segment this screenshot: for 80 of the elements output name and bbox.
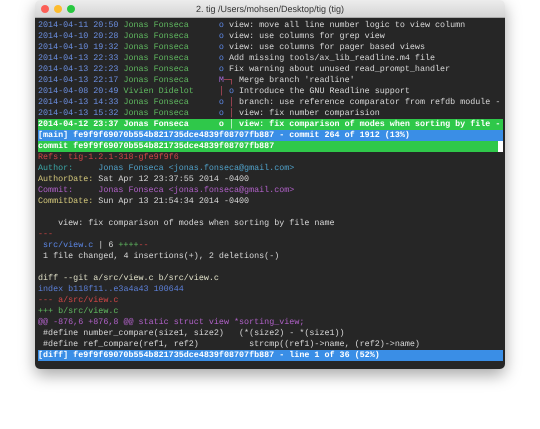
commit-date: 2014-04-13 22:33 xyxy=(38,53,120,64)
author-name: Jonas Fonseca xyxy=(123,31,190,42)
close-button[interactable] xyxy=(41,4,49,12)
commit-date: 2014-04-10 20:28 xyxy=(38,31,120,42)
author-name: Jonas Fonseca xyxy=(123,53,190,64)
zoom-button[interactable] xyxy=(67,4,75,12)
commit-message: view: move all line number logic to view column xyxy=(228,20,466,31)
file-name[interactable]: src/view.c xyxy=(43,240,94,251)
log-row[interactable]: 2014-04-11 20:50 Jonas Fonseca o view: move all line number logic to view column xyxy=(38,20,503,31)
commit-graph-drawing: o │ xyxy=(218,108,234,119)
text-line: #define number_compare(size1, size2) (*(size2) - *(size1)) xyxy=(42,328,345,339)
log-row[interactable]: 2014-04-13 22:33 Jonas Fonseca o Add missing tools/ax_lib_readline.m4 file xyxy=(38,53,503,64)
author-name: Jonas Fonseca xyxy=(123,42,190,53)
window-title: 2. tig /Users/mohsen/Desktop/tig (tig) xyxy=(196,4,344,14)
commit-message: view: use columns for grep view xyxy=(228,31,385,42)
field-label: Commit: xyxy=(38,185,74,196)
author-name: Jonas Fonseca xyxy=(123,97,190,108)
commit-graph-drawing: │ o xyxy=(218,86,234,97)
field-value: Jonas Fonseca <jonas.fonseca@gmail.com> xyxy=(98,163,294,174)
commit-graph-drawing: o xyxy=(218,31,224,42)
commit-date: 2014-04-13 14:33 xyxy=(38,97,120,108)
minimize-button[interactable] xyxy=(54,4,62,12)
commit-message: Add missing tools/ax_lib_readline.m4 file xyxy=(228,53,436,64)
commit-message: view: use columns for pager based views xyxy=(228,42,425,53)
field-label: AuthorDate: xyxy=(38,174,94,185)
view-name: [diff] xyxy=(38,350,68,361)
commit-graph-drawing: o │ xyxy=(218,119,234,130)
added-line: +++ b/src/view.c xyxy=(38,306,118,317)
author-name: Jonas Fonseca xyxy=(123,75,190,86)
author-name: Vivien Didelot xyxy=(123,86,195,97)
refs-text: Refs: tig-1.2.1-318-gfe9f9f6 xyxy=(38,152,179,163)
log-row[interactable]: 2014-04-13 22:17 Jonas Fonseca M─┐ Merge branch 'readline' xyxy=(38,75,503,86)
log-row[interactable]: 2014-04-08 20:49 Vivien Didelot │ o Introduce the GNU Readline support xyxy=(38,86,503,97)
text-line: 1 file changed, 4 insertions(+), 2 deletions(-) xyxy=(42,251,280,262)
field-value: Sun Apr 13 21:54:34 2014 -0400 xyxy=(98,196,250,207)
insertion-marks: ++++ xyxy=(118,240,138,251)
commit-message: branch: use reference comparator from refdb module - xyxy=(239,97,500,108)
text-line: #define ref_compare(ref1, ref2) strcmp((ref1)->name, (ref2)->name) xyxy=(42,339,420,350)
commit-graph-drawing: o xyxy=(218,64,224,75)
change-count: | 6 xyxy=(98,240,114,251)
log-row[interactable]: 2014-04-10 19:32 Jonas Fonseca o view: use columns for pager based views xyxy=(38,42,503,53)
diff-header: diff --git a/src/view.c b/src/view.c xyxy=(38,273,219,284)
removed-line: --- a/src/view.c xyxy=(38,295,118,306)
text-line: view: fix comparison of modes when sorting by file name xyxy=(57,218,335,229)
commit-date: 2014-04-10 19:32 xyxy=(38,42,120,53)
view-name: [main] xyxy=(38,130,68,141)
field-label: Author: xyxy=(38,163,74,174)
commit-date: 2014-04-11 20:50 xyxy=(38,20,120,31)
commit-graph-drawing: M─┐ xyxy=(218,75,234,86)
commit-date: 2014-04-12 23:37 xyxy=(38,119,120,130)
hunk-header: @@ -876,6 +876,8 @@ static struct view *sorting_view; xyxy=(38,317,304,328)
status-text: fe9f9f69070b554b821735dce4839f08707fb887 - commit 264 of 1912 (13%) xyxy=(73,130,410,141)
commit-date: 2014-04-13 22:17 xyxy=(38,75,120,86)
field-value: Sat Apr 12 23:37:55 2014 -0400 xyxy=(98,174,250,185)
author-name: Jonas Fonseca xyxy=(123,20,190,31)
commit-message: Introduce the GNU Readline support xyxy=(239,86,410,97)
commit-graph-drawing: o xyxy=(218,42,224,53)
field-label: CommitDate: xyxy=(38,196,94,207)
author-name: Jonas Fonseca xyxy=(123,64,190,75)
deletion-marks: -- xyxy=(138,240,149,251)
log-row[interactable]: 2014-04-10 20:28 Jonas Fonseca o view: use columns for grep view xyxy=(38,31,503,42)
commit-date: 2014-04-08 20:49 xyxy=(38,86,120,97)
commit-graph-drawing: o │ xyxy=(218,97,234,108)
log-row[interactable]: 2014-04-13 14:33 Jonas Fonseca o │ branch: use reference comparator from refdb module - xyxy=(38,97,503,108)
author-name: Jonas Fonseca xyxy=(123,108,190,119)
commit-message: view: fix number comparision xyxy=(239,108,380,119)
commit-graph-drawing: o xyxy=(218,20,224,31)
commit-date: 2014-04-13 22:23 xyxy=(38,64,120,75)
log-row[interactable]: 2014-04-13 22:23 Jonas Fonseca o Fix warning about unused read_prompt_handler xyxy=(38,64,503,75)
log-row[interactable]: 2014-04-13 15:32 Jonas Fonseca o │ view: fix number comparision xyxy=(38,108,503,119)
commit-graph-drawing: o xyxy=(218,53,224,64)
commit-date: 2014-04-13 15:32 xyxy=(38,108,120,119)
commit-message: Merge branch 'readline' xyxy=(239,75,355,86)
field-value: Jonas Fonseca <jonas.fonseca@gmail.com> xyxy=(98,185,294,196)
index-line: index b118f11..e3a4a43 100644 xyxy=(38,284,184,295)
status-text: fe9f9f69070b554b821735dce4839f08707fb887 - line 1 of 36 (52%) xyxy=(73,350,380,361)
removed-line: --- xyxy=(38,229,54,240)
author-name: Jonas Fonseca xyxy=(123,119,190,130)
commit-message: Fix warning about unused read_prompt_handler xyxy=(228,64,450,75)
commit-message: view: fix comparison of modes when sorting by file - xyxy=(239,119,500,130)
